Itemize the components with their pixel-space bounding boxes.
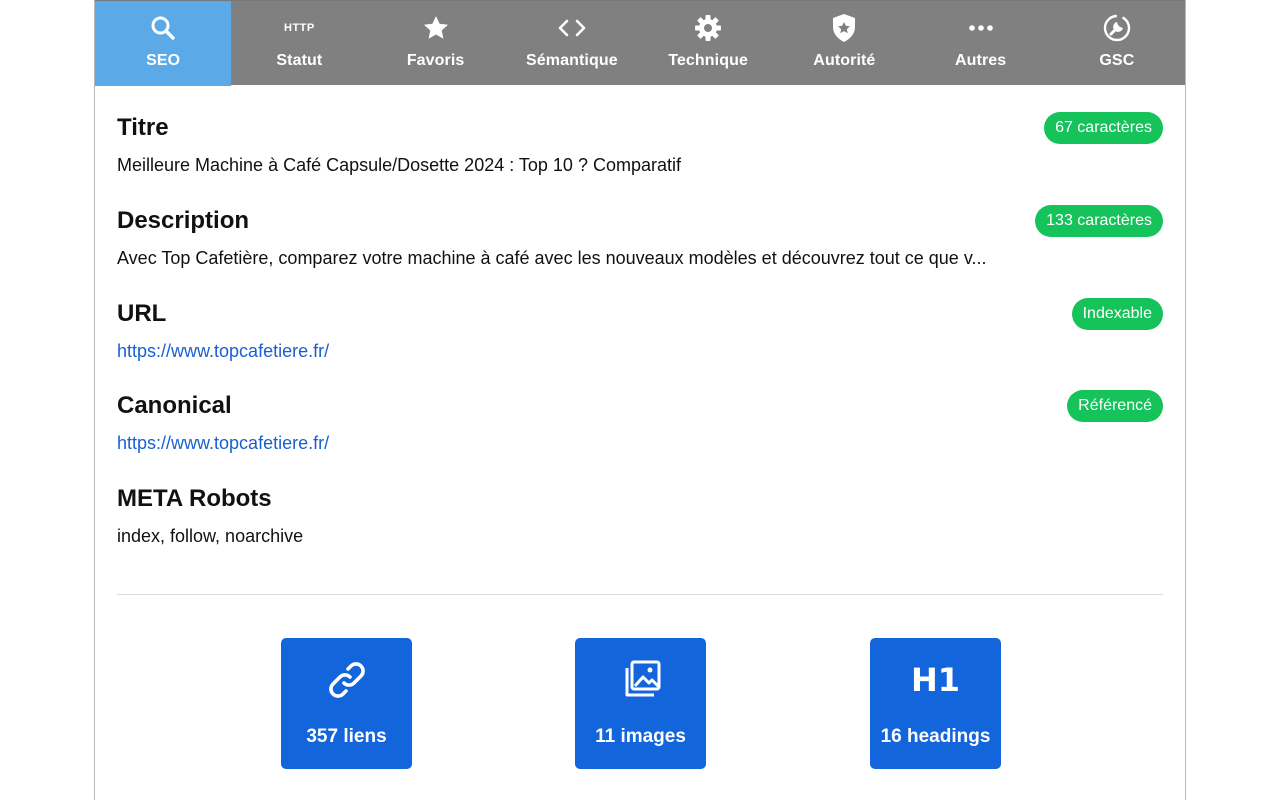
status-badge: 133 caractères	[1035, 205, 1163, 237]
tab-autres[interactable]: Autres	[913, 1, 1049, 86]
tab-gsc[interactable]: GSC	[1049, 1, 1185, 86]
tab-label: Favoris	[406, 52, 465, 69]
section-meta-robots: META Robots index, follow, noarchive	[117, 485, 1163, 555]
tab-label: Autres	[954, 52, 1007, 69]
tab-label: Technique	[668, 52, 748, 69]
title-value: Meilleure Machine à Café Capsule/Dosette…	[117, 155, 681, 175]
gear-icon	[694, 13, 722, 43]
url-link[interactable]: https://www.topcafetiere.fr/	[117, 341, 329, 362]
card-label: 16 headings	[880, 726, 991, 747]
tab-label: Sémantique	[526, 52, 618, 69]
search-icon	[150, 13, 176, 43]
status-badge: 67 caractères	[1044, 112, 1163, 144]
section-heading: Description	[117, 207, 250, 234]
star-icon	[422, 13, 450, 43]
images-icon	[619, 658, 663, 702]
section-description: Description 133 caractères Avec Top Cafe…	[117, 205, 1163, 277]
gsc-icon	[1102, 13, 1132, 43]
tab-autorite[interactable]: Autorité	[776, 1, 912, 86]
tab-label: Statut	[276, 52, 323, 69]
links-card[interactable]: 357 liens	[281, 638, 412, 769]
seo-extension-panel: SEO HTTP Statut Favoris Sémantique Techn…	[94, 0, 1186, 800]
tab-semantique[interactable]: Sémantique	[504, 1, 640, 86]
tab-favoris[interactable]: Favoris	[368, 1, 504, 86]
tab-bar: SEO HTTP Statut Favoris Sémantique Techn…	[95, 0, 1185, 86]
tab-seo[interactable]: SEO	[95, 1, 232, 86]
http-icon: HTTP	[284, 22, 315, 34]
shield-star-icon	[831, 13, 857, 43]
card-label: 357 liens	[306, 726, 387, 747]
link-icon	[325, 658, 369, 702]
tab-label: GSC	[1099, 52, 1135, 69]
section-heading: URL	[117, 300, 167, 327]
section-canonical: Canonical Référencé https://www.topcafet…	[117, 390, 1163, 462]
headings-card[interactable]: H1 16 headings	[870, 638, 1001, 769]
tab-technique[interactable]: Technique	[640, 1, 776, 86]
code-icon	[557, 13, 587, 43]
section-titre: Titre 67 caractères Meilleure Machine à …	[117, 112, 1163, 184]
tab-label: SEO	[146, 52, 181, 69]
more-icon	[968, 13, 994, 43]
description-value: Avec Top Cafetière, comparez votre machi…	[117, 248, 987, 268]
status-badge: Indexable	[1071, 298, 1163, 330]
section-heading: Titre	[117, 114, 169, 141]
status-badge: Référencé	[1067, 390, 1163, 422]
summary-cards: 357 liens 11 images H1 16 headings	[95, 638, 1185, 769]
meta-robots-value: index, follow, noarchive	[117, 526, 304, 546]
card-label: 11 images	[595, 726, 686, 747]
section-heading: Canonical	[117, 392, 232, 419]
h1-icon: H1	[910, 661, 961, 699]
canonical-link[interactable]: https://www.topcafetiere.fr/	[117, 433, 329, 454]
divider	[117, 594, 1163, 595]
section-heading: META Robots	[117, 485, 272, 512]
tab-statut[interactable]: HTTP Statut	[231, 1, 367, 86]
section-url: URL Indexable https://www.topcafetiere.f…	[117, 298, 1163, 370]
tab-label: Autorité	[813, 52, 876, 69]
images-card[interactable]: 11 images	[575, 638, 706, 769]
